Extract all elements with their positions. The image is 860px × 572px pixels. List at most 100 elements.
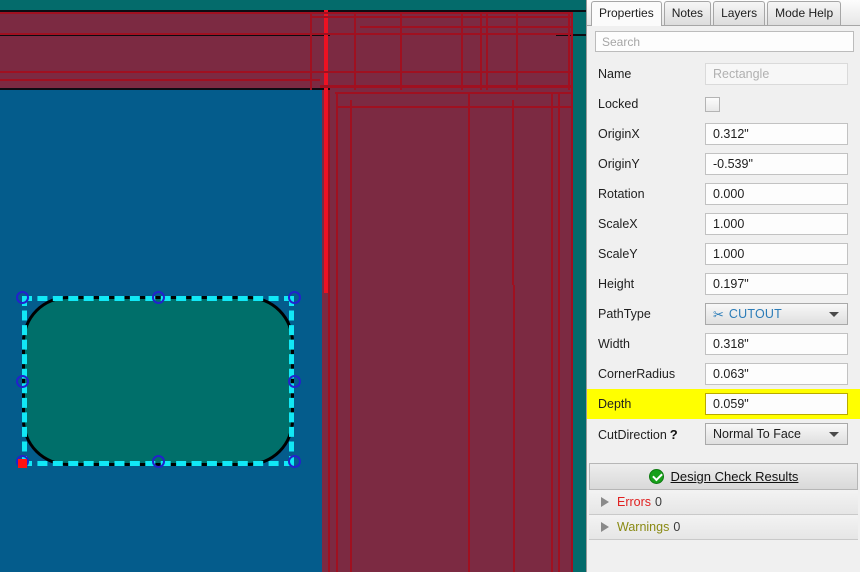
toolpath-h-6 xyxy=(320,85,572,88)
property-row-scalex: ScaleX 1.000 xyxy=(587,209,860,239)
resize-handle-middle-left[interactable] xyxy=(16,375,29,388)
toolpath-v-long-9 xyxy=(571,12,573,572)
tab-notes[interactable]: Notes xyxy=(663,1,712,25)
toolpath-h-8 xyxy=(336,106,572,108)
chevron-down-icon xyxy=(829,432,839,437)
scissors-icon: ✂ xyxy=(713,306,724,322)
chevron-down-icon xyxy=(829,312,839,317)
tab-layers[interactable]: Layers xyxy=(713,1,766,25)
toolpath-v-long-2 xyxy=(336,92,338,572)
design-check-results-title: Design Check Results xyxy=(670,469,799,484)
toolpath-v-long-4 xyxy=(468,92,470,572)
design-canvas[interactable] xyxy=(0,0,586,572)
property-row-rotation: Rotation 0.000 xyxy=(587,179,860,209)
property-row-height: Height 0.197" xyxy=(587,269,860,299)
green-check-icon xyxy=(648,469,664,484)
search-input[interactable] xyxy=(595,31,854,52)
property-label-originx: OriginX xyxy=(598,127,640,141)
width-input[interactable]: 0.318" xyxy=(705,333,848,355)
pathtype-value: CUTOUT xyxy=(728,307,782,321)
tab-strip: Properties Notes Layers Mode Help xyxy=(587,0,860,26)
rotation-input[interactable]: 0.000 xyxy=(705,183,848,205)
toolpath-v-long-5 xyxy=(512,100,514,285)
design-check-results-header[interactable]: Design Check Results xyxy=(589,463,858,490)
name-input[interactable]: Rectangle xyxy=(705,63,848,85)
toolpath-v-long-1 xyxy=(328,90,330,572)
resize-handle-top-right[interactable] xyxy=(288,291,301,304)
properties-list: Name Rectangle Locked OriginX 0.312" Ori… xyxy=(587,56,860,449)
locked-checkbox[interactable] xyxy=(705,96,720,112)
warnings-label: Warnings xyxy=(617,520,670,534)
toolpath-v-7 xyxy=(516,12,518,90)
toolpath-v-6 xyxy=(486,12,488,90)
property-label-depth: Depth xyxy=(598,397,632,411)
property-row-scaley: ScaleY 1.000 xyxy=(587,239,860,269)
scaley-input[interactable]: 1.000 xyxy=(705,243,848,265)
property-label-originy: OriginY xyxy=(598,157,640,171)
help-question-icon[interactable]: ? xyxy=(670,427,678,442)
toolpath-v-3 xyxy=(400,12,402,90)
search-container xyxy=(587,26,860,56)
edge-line-lower xyxy=(0,88,330,90)
toolpath-v-long-7 xyxy=(551,92,553,572)
property-row-originx: OriginX 0.312" xyxy=(587,119,860,149)
toolpath-v-5 xyxy=(480,12,482,90)
depth-input[interactable]: 0.059" xyxy=(705,393,848,415)
property-row-depth: Depth 0.059" xyxy=(587,389,860,419)
errors-label: Errors xyxy=(617,495,652,509)
pathtype-combobox[interactable]: ✂ CUTOUT xyxy=(705,303,848,325)
toolpath-v-long-6 xyxy=(513,285,515,572)
cutdirection-combobox[interactable]: Normal To Face xyxy=(705,423,848,445)
originy-input[interactable]: -0.539" xyxy=(705,153,848,175)
selection-bounding-box[interactable] xyxy=(22,296,294,466)
application-window: Properties Notes Layers Mode Help Name R… xyxy=(0,0,860,572)
property-row-width: Width 0.318" xyxy=(587,329,860,359)
toolpath-v-1 xyxy=(310,12,312,90)
property-row-cutdirection: CutDirection? Normal To Face xyxy=(587,419,860,449)
property-row-cornerradius: CornerRadius 0.063" xyxy=(587,359,860,389)
toolpath-h-9 xyxy=(0,79,320,81)
resize-handle-bottom-center[interactable] xyxy=(152,455,165,468)
property-row-pathtype: PathType ✂ CUTOUT xyxy=(587,299,860,329)
toolpath-h-7 xyxy=(335,92,572,94)
property-label-width: Width xyxy=(598,337,630,351)
design-check-row-warnings[interactable]: Warnings 0 xyxy=(589,515,858,540)
right-properties-panel: Properties Notes Layers Mode Help Name R… xyxy=(586,0,860,572)
property-row-locked: Locked xyxy=(587,89,860,119)
property-label-scaley: ScaleY xyxy=(598,247,638,261)
resize-handle-top-left[interactable] xyxy=(16,291,29,304)
property-label-cutdirection: CutDirection? xyxy=(587,427,705,442)
toolpath-v-2 xyxy=(354,12,356,90)
toolpath-v-8 xyxy=(568,12,570,90)
property-row-originy: OriginY -0.539" xyxy=(587,149,860,179)
property-label-pathtype: PathType xyxy=(598,307,651,321)
property-label-scalex: ScaleX xyxy=(598,217,638,231)
originx-input[interactable]: 0.312" xyxy=(705,123,848,145)
tab-mode-help[interactable]: Mode Help xyxy=(767,1,842,25)
property-label-height: Height xyxy=(598,277,635,291)
cutdirection-value: Normal To Face xyxy=(713,427,801,441)
resize-handle-top-center[interactable] xyxy=(152,291,165,304)
warnings-count: 0 xyxy=(673,520,681,534)
design-check-row-errors[interactable]: Errors 0 xyxy=(589,490,858,515)
expand-triangle-icon[interactable] xyxy=(601,522,609,532)
toolpath-v-4 xyxy=(461,12,463,90)
toolpath-v-long-8 xyxy=(558,92,560,572)
resize-handle-middle-right[interactable] xyxy=(288,375,301,388)
property-label-rotation: Rotation xyxy=(598,187,645,201)
property-label-name: Name xyxy=(598,67,632,81)
height-input[interactable]: 0.197" xyxy=(705,273,848,295)
resize-handle-bottom-right[interactable] xyxy=(288,455,301,468)
toolpath-h-4 xyxy=(310,16,572,18)
origin-point-marker[interactable] xyxy=(18,459,27,468)
cutdirection-label-text: CutDirection xyxy=(598,427,667,442)
toolpath-h-5 xyxy=(360,26,572,28)
cornerradius-input[interactable]: 0.063" xyxy=(705,363,848,385)
expand-triangle-icon[interactable] xyxy=(601,497,609,507)
tab-properties[interactable]: Properties xyxy=(591,1,662,26)
pocket-region-right xyxy=(322,12,572,572)
scalex-input[interactable]: 1.000 xyxy=(705,213,848,235)
property-label-cornerradius: CornerRadius xyxy=(598,367,676,381)
property-row-name: Name Rectangle xyxy=(587,59,860,89)
toolpath-v-long-3 xyxy=(350,100,352,572)
